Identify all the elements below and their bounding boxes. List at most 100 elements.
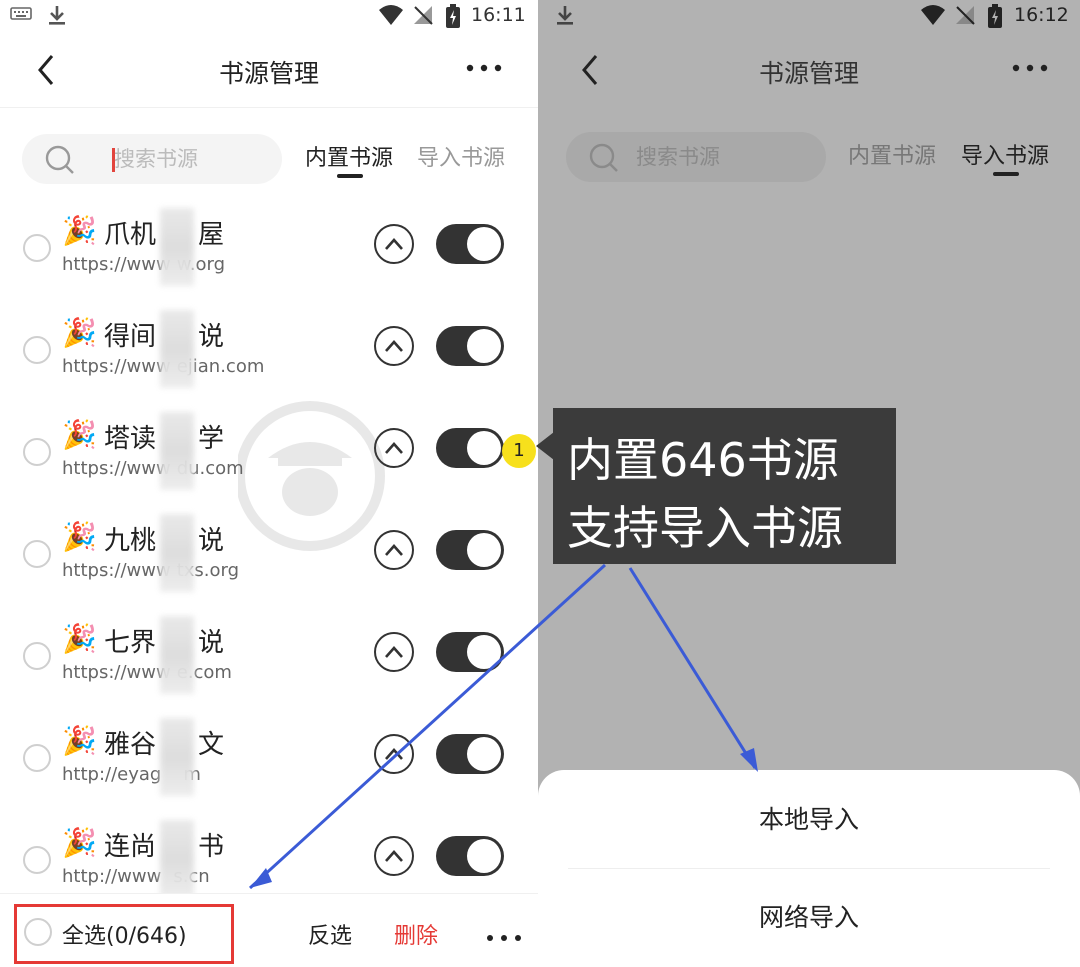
enable-toggle[interactable] (436, 734, 504, 774)
source-item[interactable]: 🎉 得间说 https://www ejian.com (0, 298, 538, 400)
left-screen: 16:11 书源管理 内置书源 导入书源 🎉 爪机屋 https://wwww.… (0, 0, 538, 967)
redaction-blur (160, 208, 194, 286)
chevron-up-icon (385, 748, 403, 760)
search-icon (588, 143, 622, 177)
source-item[interactable]: 🎉 七界说 https://www e.com (0, 604, 538, 706)
select-all-label[interactable]: 全选(0/646) (62, 918, 187, 950)
toggle-knob (467, 227, 501, 261)
tab-indicator (337, 174, 363, 178)
search-input[interactable] (114, 144, 274, 174)
select-radio[interactable] (23, 540, 51, 568)
bottom-more-button[interactable] (486, 928, 522, 941)
callout-line: 支持导入书源 (567, 501, 843, 555)
search-field[interactable] (22, 134, 282, 184)
status-time: 16:12 (1014, 4, 1069, 26)
select-radio[interactable] (23, 846, 51, 874)
toggle-knob (467, 737, 501, 771)
wifi-icon (378, 4, 404, 31)
no-signal-icon (954, 4, 976, 31)
move-up-button[interactable] (374, 632, 414, 672)
tab-imported-sources[interactable]: 导入书源 (417, 140, 505, 172)
party-popper-icon: 🎉 (62, 520, 97, 553)
bulk-action-bar: 全选(0/646) 反选 删除 (0, 893, 538, 967)
keyboard-icon (10, 4, 32, 26)
source-item[interactable]: 🎉 爪机屋 https://www w.org (0, 196, 538, 298)
import-options-sheet: 本地导入 网络导入 (538, 770, 1080, 967)
search-field[interactable] (566, 132, 826, 182)
enable-toggle[interactable] (436, 428, 504, 468)
enable-toggle[interactable] (436, 836, 504, 876)
enable-toggle[interactable] (436, 326, 504, 366)
search-input[interactable] (636, 142, 796, 172)
status-time: 16:11 (471, 4, 526, 26)
source-item[interactable]: 🎉 塔读学 https://www du.com (0, 400, 538, 502)
select-radio[interactable] (23, 234, 51, 262)
toggle-knob (467, 431, 501, 465)
toggle-knob (467, 329, 501, 363)
more-dots-icon (1012, 64, 1048, 72)
invert-selection-button[interactable]: 反选 (308, 918, 352, 950)
move-up-button[interactable] (374, 326, 414, 366)
app-header: 书源管理 (538, 32, 1080, 108)
wifi-icon (920, 4, 946, 31)
redaction-blur (160, 616, 194, 694)
move-up-button[interactable] (374, 224, 414, 264)
app-header: 书源管理 (0, 32, 538, 108)
more-menu-button[interactable] (1010, 56, 1050, 80)
source-url: https://www txs.org (62, 560, 240, 581)
no-signal-icon (412, 4, 434, 31)
select-radio[interactable] (23, 336, 51, 364)
callout-line: 内置646书源 (567, 433, 839, 487)
toggle-knob (467, 839, 501, 873)
download-icon (554, 4, 576, 31)
search-and-tabs: 内置书源 导入书源 (0, 130, 538, 188)
source-item[interactable]: 🎉 雅谷文 http://eyagm (0, 706, 538, 808)
tab-builtin-sources[interactable]: 内置书源 (305, 140, 393, 172)
enable-toggle[interactable] (436, 224, 504, 264)
move-up-button[interactable] (374, 428, 414, 468)
more-dots-icon (487, 935, 521, 941)
step-badge: 1 (502, 434, 536, 468)
source-item[interactable]: 🎉 九桃说 https://www txs.org (0, 502, 538, 604)
search-icon (44, 145, 78, 179)
chevron-up-icon (385, 340, 403, 352)
page-title: 书源管理 (758, 59, 859, 88)
move-up-button[interactable] (374, 734, 414, 774)
party-popper-icon: 🎉 (62, 622, 97, 655)
redaction-blur (160, 310, 194, 388)
chevron-up-icon (385, 544, 403, 556)
tab-imported-sources[interactable]: 导入书源 (961, 138, 1049, 170)
annotation-callout: 内置646书源 支持导入书源 (553, 408, 896, 564)
battery-icon (446, 4, 460, 33)
more-dots-icon (466, 64, 502, 72)
source-url: https://www e.com (62, 662, 232, 683)
party-popper-icon: 🎉 (62, 214, 97, 247)
status-bar: 16:12 (538, 0, 1080, 32)
delete-button[interactable]: 删除 (394, 918, 438, 950)
redaction-blur (160, 718, 194, 796)
select-all-radio[interactable] (24, 918, 52, 946)
page-title: 书源管理 (218, 59, 319, 88)
party-popper-icon: 🎉 (62, 418, 97, 451)
toggle-knob (467, 635, 501, 669)
more-menu-button[interactable] (464, 56, 504, 80)
search-and-tabs: 内置书源 导入书源 (538, 128, 1080, 186)
status-bar: 16:11 (0, 0, 538, 32)
battery-icon (988, 4, 1002, 33)
redaction-blur (160, 820, 194, 898)
redaction-blur (160, 514, 194, 592)
source-url: https://www du.com (62, 458, 244, 479)
network-import-option[interactable]: 网络导入 (538, 870, 1080, 966)
local-import-option[interactable]: 本地导入 (538, 772, 1080, 868)
enable-toggle[interactable] (436, 530, 504, 570)
chevron-up-icon (385, 850, 403, 862)
tab-builtin-sources[interactable]: 内置书源 (848, 138, 936, 170)
tab-indicator (993, 172, 1019, 176)
select-radio[interactable] (23, 438, 51, 466)
move-up-button[interactable] (374, 530, 414, 570)
select-radio[interactable] (23, 744, 51, 772)
enable-toggle[interactable] (436, 632, 504, 672)
move-up-button[interactable] (374, 836, 414, 876)
select-radio[interactable] (23, 642, 51, 670)
download-icon (46, 4, 68, 31)
